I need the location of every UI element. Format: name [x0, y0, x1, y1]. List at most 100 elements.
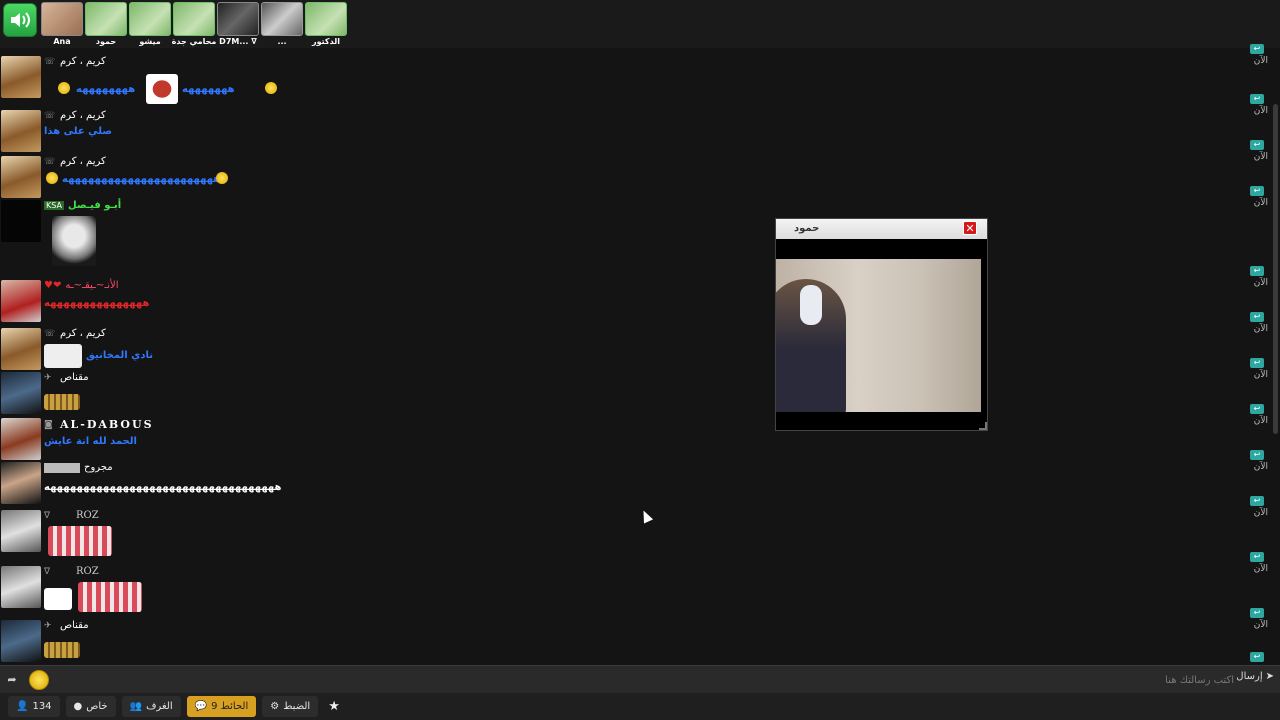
name-banner [44, 462, 80, 473]
chat-message: KSA أبـو فيـصل [0, 198, 1250, 276]
avatar [217, 2, 259, 36]
time-label: الآن [1253, 106, 1268, 116]
avatar[interactable] [1, 620, 41, 662]
message-input[interactable] [54, 670, 1234, 690]
avatar[interactable] [1, 280, 41, 322]
sticker-image [44, 588, 72, 610]
message-username[interactable]: KSA أبـو فيـصل [44, 200, 121, 211]
message-actions: ↩ الآن [1250, 552, 1268, 574]
reply-icon[interactable]: ↩ [1250, 552, 1264, 562]
settings-button[interactable]: ⚙ الضبط [262, 696, 319, 717]
message-username[interactable]: ∇ ROZ [44, 566, 99, 577]
avatar[interactable] [1, 328, 41, 370]
sticker-image [44, 394, 80, 410]
message-username[interactable]: ∇ ROZ [44, 510, 99, 521]
time-label: الآن [1253, 564, 1268, 574]
message-username[interactable]: ☏ كريم ، كرم [44, 56, 106, 67]
camera-icon: ☏ [44, 156, 56, 167]
private-messages-button[interactable]: ● خاص [65, 696, 116, 717]
reply-icon[interactable]: ↩ [1250, 652, 1264, 662]
reply-icon[interactable]: ↩ [1250, 358, 1264, 368]
reply-icon[interactable]: ↩ [1250, 44, 1264, 54]
avatar[interactable] [1, 110, 41, 152]
message-username[interactable]: مجروح [44, 462, 113, 473]
message-username[interactable]: ♥❤ الأنـ~ـيقـ~ـه [44, 280, 119, 291]
avatar[interactable] [1, 372, 41, 414]
reply-icon[interactable]: ↩ [1250, 266, 1264, 276]
avatar[interactable] [1, 56, 41, 98]
star-icon[interactable]: ★ [324, 699, 344, 714]
message-actions: ↩ الآن [1250, 450, 1268, 472]
wall-button[interactable]: 💬 الحائط 9 [186, 696, 257, 717]
chat-message: ♥❤ الأنـ~ـيقـ~ـه هههههههههههههههه [0, 278, 1250, 324]
avatar [173, 2, 215, 36]
sound-toggle-button[interactable] [3, 3, 37, 37]
sticker-image [48, 526, 112, 556]
time-label: الآن [1253, 278, 1268, 288]
message-username[interactable]: ☏ كريم ، كرم [44, 110, 106, 121]
avatar[interactable] [1, 156, 41, 198]
video-header[interactable]: حمود ✕ [776, 219, 987, 239]
message-actions: ↩ الآن [1250, 358, 1268, 380]
message-actions: ↩ الآن [1250, 140, 1268, 162]
reply-icon[interactable]: ↩ [1250, 94, 1264, 104]
chat-bubble-icon: ● [73, 701, 83, 712]
avatar [261, 2, 303, 36]
video-stream [776, 259, 981, 412]
online-users-button[interactable]: 👤 134 [8, 696, 60, 717]
close-icon[interactable]: ✕ [963, 221, 977, 235]
time-label: الآن [1253, 370, 1268, 380]
emoji-icon [58, 82, 70, 94]
message-text: هههههههه [182, 84, 235, 95]
emoji-picker-button[interactable] [29, 670, 49, 690]
chat-message: ☏ كريم ، كرم ههههههههه هههههههه [0, 52, 1250, 104]
wing-icon: ✈ [44, 620, 52, 631]
chat-scrollbar[interactable] [1272, 44, 1278, 664]
reply-icon[interactable]: ↩ [1250, 404, 1264, 414]
video-popup[interactable]: حمود ✕ [775, 218, 988, 431]
camera-icon: ☏ [44, 328, 56, 339]
sticker-image [146, 74, 178, 104]
sticker-image [78, 582, 142, 612]
chat-message: ∇ ROZ [0, 564, 1250, 618]
wing-icon: ✈ [44, 372, 52, 383]
bottom-toolbar: 👤 134 ● خاص 👥 الغرف 💬 الحائط 9 ⚙ الضبط ★ [0, 693, 1280, 720]
reply-icon[interactable]: ↩ [1250, 186, 1264, 196]
rooms-button[interactable]: 👥 الغرف [121, 696, 181, 717]
avatar[interactable] [1, 566, 41, 608]
avatar[interactable] [1, 510, 41, 552]
reply-icon[interactable]: ↩ [1250, 312, 1264, 322]
message-actions: ↩ الآن [1250, 496, 1268, 518]
message-username[interactable]: ✈ مقناص [44, 620, 89, 631]
avatar[interactable] [1, 462, 41, 504]
send-button[interactable]: إرسال ➤ [1236, 671, 1274, 682]
message-username[interactable]: ☏ كريم ، كرم [44, 328, 106, 339]
resize-handle[interactable] [979, 422, 987, 430]
avatar [129, 2, 171, 36]
chat-messages: ☏ كريم ، كرم ههههههههه هههههههه ☏ كريم ،… [0, 40, 1280, 665]
avatar[interactable] [1, 418, 41, 460]
message-username[interactable]: ◙ AL-DABOUS [44, 418, 154, 431]
reply-icon[interactable]: ↩ [1250, 496, 1264, 506]
message-text: صلي على هذا [44, 126, 112, 137]
reply-icon[interactable]: ↩ [1250, 608, 1264, 618]
emoji-icon [216, 172, 228, 184]
time-label: الآن [1253, 324, 1268, 334]
message-username[interactable]: ✈ مقناص [44, 372, 89, 383]
message-text: ههههههههه [76, 84, 136, 95]
message-username[interactable]: ☏ كريم ، كرم [44, 156, 106, 167]
time-label: الآن [1253, 198, 1268, 208]
message-actions: ↩ الآن [1250, 94, 1268, 116]
avatar[interactable] [1, 200, 41, 242]
sticker-image [44, 344, 82, 368]
message-text: هههههههههههههههه [44, 298, 150, 309]
reply-icon[interactable]: ↩ [1250, 140, 1264, 150]
chat-message: ∇ ROZ [0, 508, 1250, 562]
arrow-right-icon[interactable]: ➦ [4, 672, 20, 688]
country-badge: KSA [44, 201, 64, 210]
sticker-image [44, 642, 80, 658]
reply-icon[interactable]: ↩ [1250, 450, 1264, 460]
emoji-icon [265, 82, 277, 94]
send-icon: ➤ [1265, 671, 1274, 682]
scroll-thumb[interactable] [1273, 104, 1278, 434]
